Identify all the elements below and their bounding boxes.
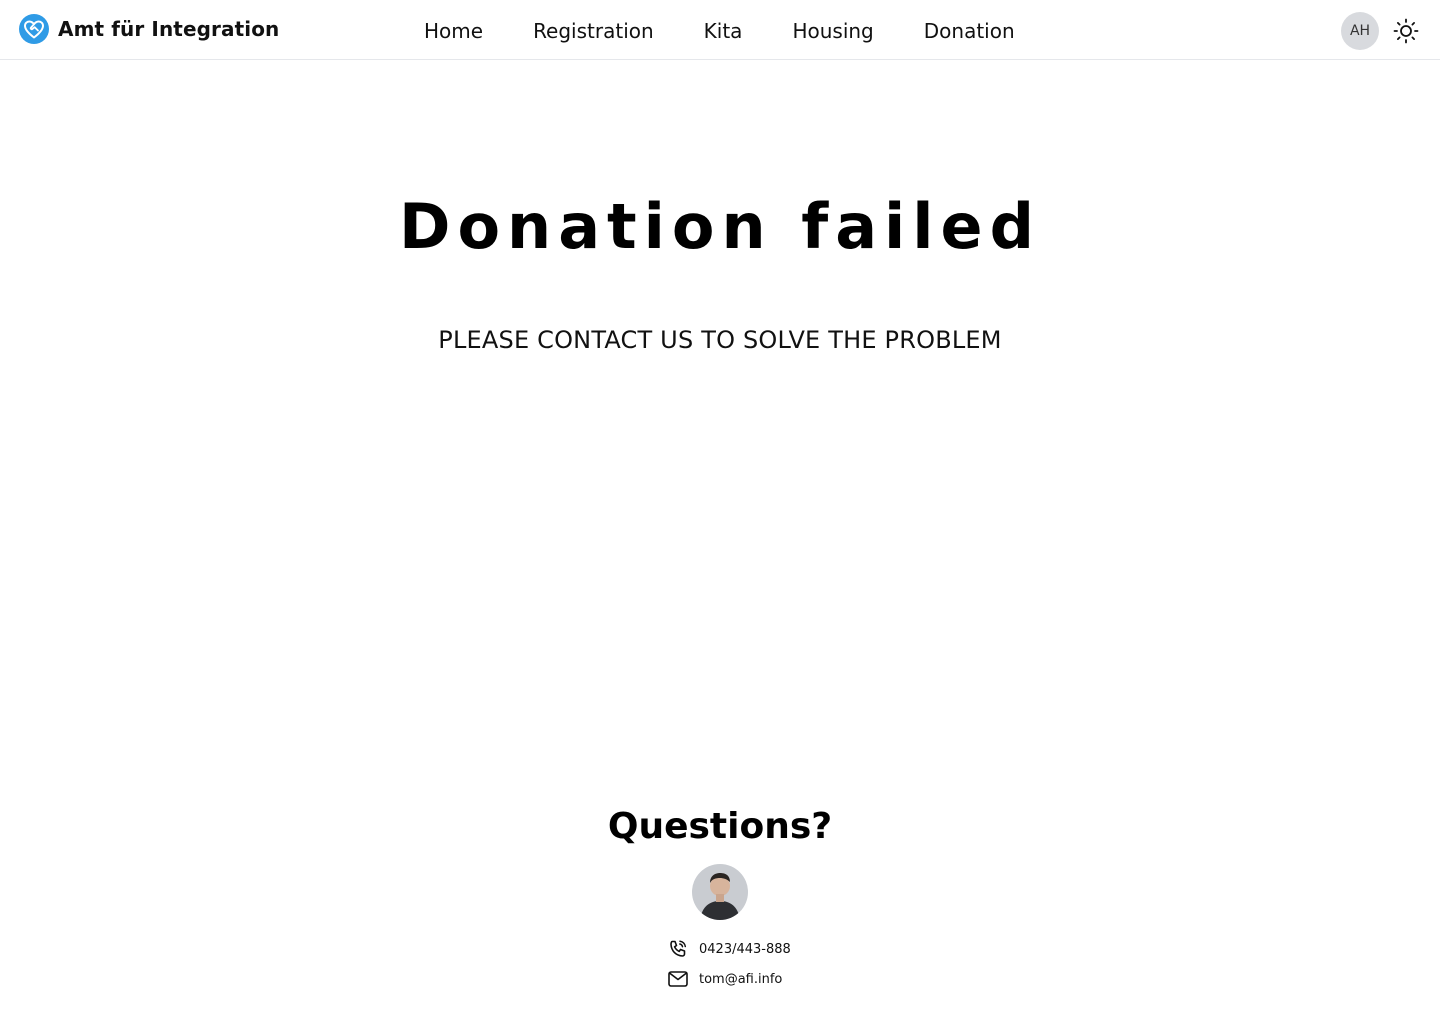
brand-name: Amt für Integration xyxy=(58,17,280,41)
brand-link[interactable]: Amt für Integration xyxy=(18,13,279,45)
nav-item-home[interactable]: Home xyxy=(424,19,483,43)
sun-icon xyxy=(1393,18,1419,44)
user-avatar-button[interactable]: AH xyxy=(1341,12,1379,50)
nav-item-kita[interactable]: Kita xyxy=(704,19,743,43)
main-nav: Home Registration Kita Housing Donation xyxy=(424,16,1015,46)
contact-phone-link[interactable]: 0423/443-888 xyxy=(699,942,791,957)
contact-email-row: tom@afi.info xyxy=(667,968,782,990)
heart-handshake-logo-icon xyxy=(19,14,49,44)
top-navbar: Amt für Integration Home Registration Ki… xyxy=(0,0,1440,60)
page-subtitle: PLEASE CONTACT US TO SOLVE THE PROBLEM xyxy=(438,326,1002,354)
contact-email-link[interactable]: tom@afi.info xyxy=(699,972,782,987)
nav-item-registration[interactable]: Registration xyxy=(533,19,654,43)
nav-item-donation[interactable]: Donation xyxy=(924,19,1015,43)
contact-person-photo xyxy=(692,864,748,920)
contact-phone-row: 0423/443-888 xyxy=(667,938,791,960)
nav-item-housing[interactable]: Housing xyxy=(792,19,873,43)
phone-call-icon xyxy=(667,938,689,960)
questions-heading: Questions? xyxy=(607,806,833,847)
theme-toggle-button[interactable] xyxy=(1392,17,1420,45)
mail-icon xyxy=(667,968,689,990)
page-title: Donation failed xyxy=(399,190,1041,263)
contact-avatar xyxy=(692,864,748,920)
